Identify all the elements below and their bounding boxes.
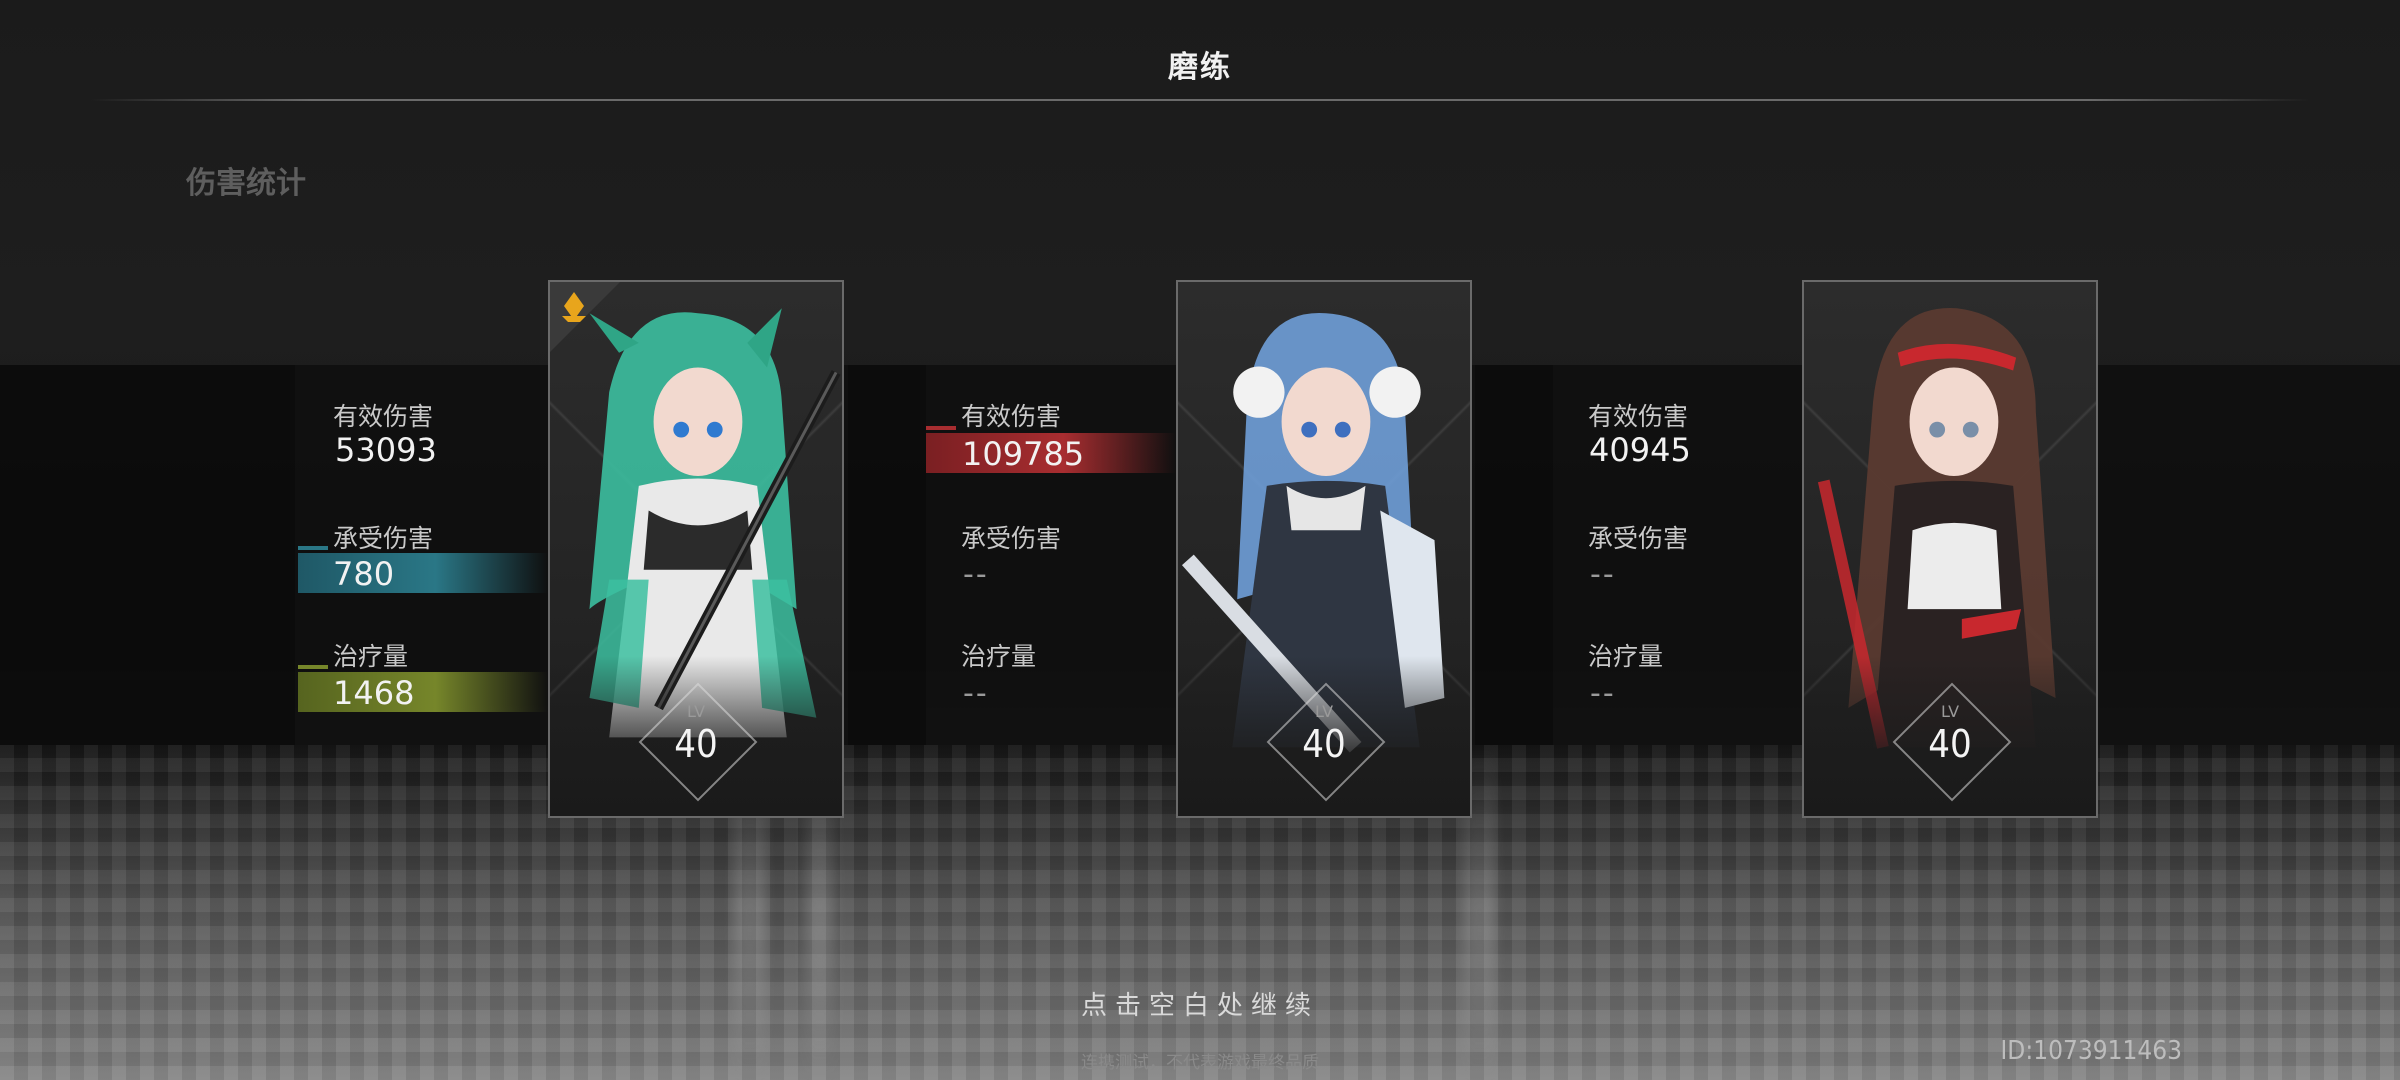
healing-label: 治疗量 bbox=[1588, 642, 1664, 671]
damage-dealt-value: 53093 bbox=[335, 431, 437, 469]
band-shade bbox=[848, 365, 926, 745]
level-value: 40 bbox=[1928, 722, 1972, 766]
healing-label: 治疗量 bbox=[961, 642, 1037, 671]
page-title: 磨练 bbox=[1168, 50, 1232, 85]
tap-to-continue-hint[interactable]: 点击空白处继续 bbox=[0, 985, 2400, 1022]
highlight-tag bbox=[926, 426, 956, 430]
section-title: 伤害统计 bbox=[186, 166, 306, 201]
damage-taken-value: -- bbox=[1590, 557, 1616, 592]
level-label: LV bbox=[1940, 702, 1960, 721]
band-shade bbox=[1475, 365, 1553, 745]
highlight-tag bbox=[298, 546, 328, 550]
highlight-tag bbox=[298, 665, 328, 669]
character-card-1[interactable]: LV 40 bbox=[548, 280, 844, 818]
healing-value: 1468 bbox=[333, 674, 415, 712]
damage-taken-value: 780 bbox=[333, 555, 395, 593]
character-card-2[interactable]: LV 40 bbox=[1176, 280, 1472, 818]
damage-taken-label: 承受伤害 bbox=[961, 524, 1062, 553]
level-label: LV bbox=[686, 702, 706, 721]
damage-taken-value: -- bbox=[963, 557, 989, 592]
damage-taken-label: 承受伤害 bbox=[1588, 524, 1689, 553]
level-value: 40 bbox=[674, 722, 718, 766]
level-label: LV bbox=[1314, 702, 1334, 721]
player-id: ID:1073911463 bbox=[2000, 1036, 2182, 1066]
damage-dealt-label: 有效伤害 bbox=[333, 402, 434, 431]
damage-dealt-label: 有效伤害 bbox=[1588, 402, 1689, 431]
damage-dealt-label: 有效伤害 bbox=[961, 402, 1062, 431]
level-value: 40 bbox=[1302, 722, 1346, 766]
healing-value: -- bbox=[1590, 676, 1616, 711]
damage-taken-label: 承受伤害 bbox=[333, 524, 434, 553]
band-shade bbox=[0, 365, 295, 745]
damage-dealt-value: 40945 bbox=[1589, 431, 1691, 469]
damage-dealt-value: 109785 bbox=[962, 435, 1085, 473]
leader-badge-icon bbox=[550, 282, 620, 352]
battle-result-screen[interactable]: 磨练 伤害统计 有效伤害 53093 承受伤害 780 治疗量 1468 LV … bbox=[0, 0, 2400, 1080]
character-card-3[interactable]: LV 40 bbox=[1802, 280, 2098, 818]
healing-label: 治疗量 bbox=[333, 642, 409, 671]
healing-value: -- bbox=[963, 676, 989, 711]
title-divider bbox=[90, 99, 2310, 101]
